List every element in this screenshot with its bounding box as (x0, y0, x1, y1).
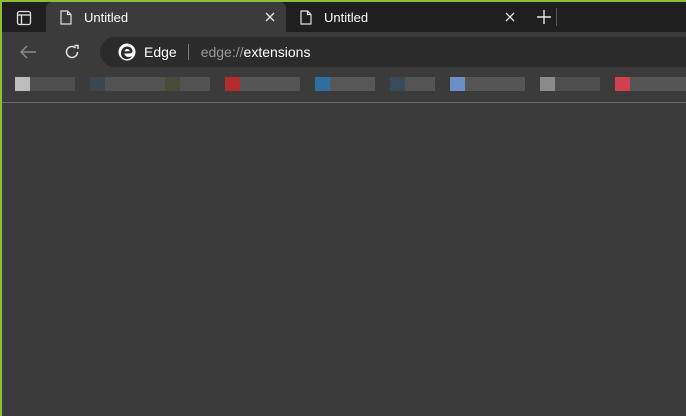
tab-separator (556, 8, 557, 26)
favorite-item[interactable] (615, 77, 630, 91)
favorite-item[interactable] (30, 77, 75, 91)
edge-logo-icon (118, 43, 136, 61)
favorite-item[interactable] (330, 77, 375, 91)
favorite-item[interactable] (315, 77, 330, 91)
refresh-icon[interactable] (58, 38, 86, 66)
page-content (2, 103, 686, 416)
favorite-item[interactable] (450, 77, 465, 91)
new-tab-icon[interactable] (533, 6, 555, 28)
favorite-item[interactable] (630, 77, 686, 91)
site-label: Edge (144, 44, 177, 60)
url-text[interactable]: edge://extensions (201, 44, 311, 60)
favorite-item[interactable] (165, 77, 180, 91)
address-separator (187, 44, 189, 60)
tab-title: Untitled (324, 9, 369, 25)
favorite-item[interactable] (465, 77, 525, 91)
url-scheme: edge:// (200, 44, 244, 60)
page-icon (299, 9, 313, 25)
favorite-item[interactable] (405, 77, 435, 91)
browser-window: Untitled Untitled Edge edge://extensions (2, 2, 686, 416)
page-icon (59, 9, 73, 25)
close-tab-icon[interactable] (500, 7, 520, 27)
favorite-item[interactable] (90, 77, 105, 91)
tab-title: Untitled (84, 9, 129, 25)
back-arrow-icon[interactable] (14, 38, 42, 66)
favorite-item[interactable] (240, 77, 300, 91)
tab-untitled-active[interactable]: Untitled (46, 2, 286, 32)
favorites-bar (2, 72, 686, 104)
toolbar: Edge edge://extensions (2, 32, 686, 72)
url-path: extensions (243, 44, 311, 60)
tab-untitled[interactable]: Untitled (286, 2, 526, 32)
address-bar[interactable]: Edge edge://extensions (100, 37, 686, 67)
favorite-item[interactable] (105, 77, 210, 91)
favorite-item[interactable] (390, 77, 405, 91)
tab-strip: Untitled Untitled (2, 2, 686, 32)
close-tab-icon[interactable] (260, 7, 280, 27)
favorite-item[interactable] (555, 77, 600, 91)
favorite-item[interactable] (225, 77, 240, 91)
favorite-item[interactable] (540, 77, 555, 91)
favorite-item[interactable] (15, 77, 30, 91)
tab-actions-icon[interactable] (8, 6, 40, 30)
